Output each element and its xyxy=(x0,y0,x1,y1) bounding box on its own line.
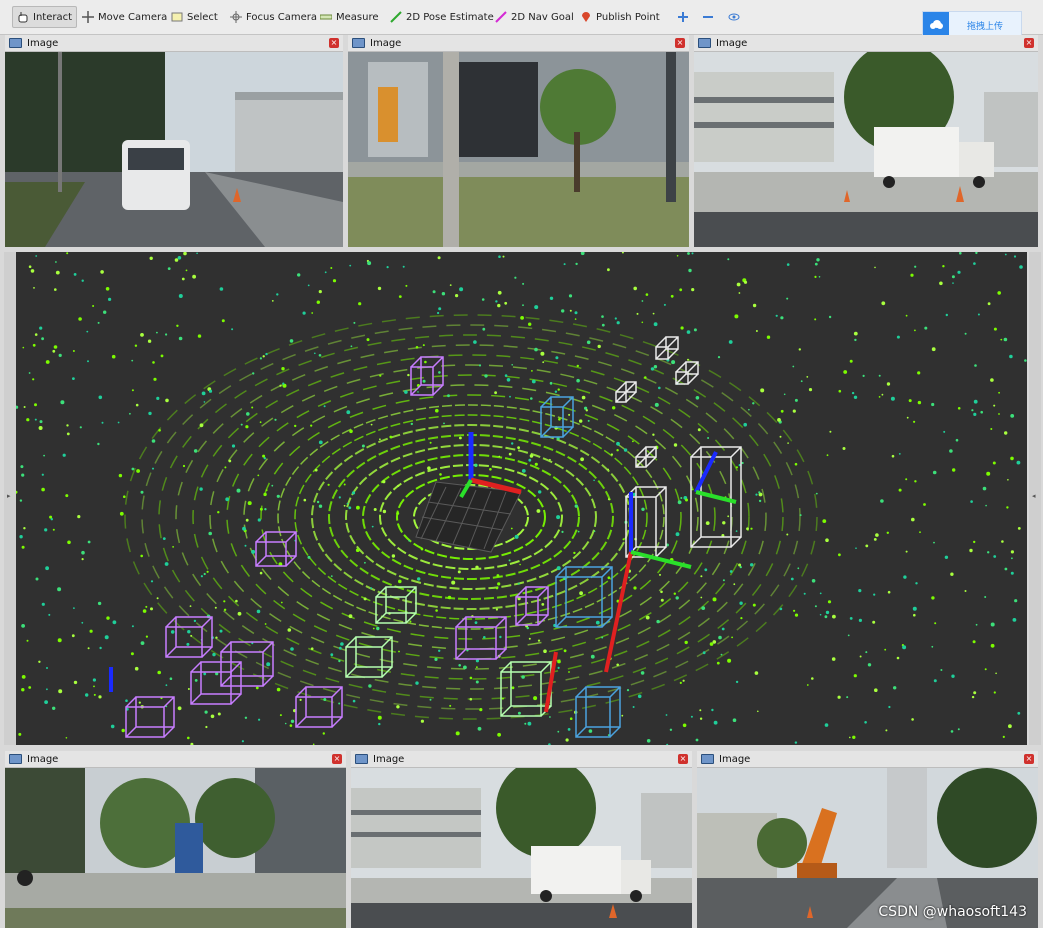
remove-tool-button[interactable] xyxy=(702,7,714,27)
collapse-arrow-icon: ◂ xyxy=(1032,492,1036,500)
right-dock-grip[interactable]: ◂ xyxy=(1029,252,1041,745)
camera-image xyxy=(694,52,1038,247)
bounding-box xyxy=(540,396,574,438)
monitor-icon xyxy=(9,754,22,764)
minus-icon xyxy=(702,11,714,23)
camera-panel-back-right: Image × xyxy=(697,751,1038,928)
bounding-box xyxy=(190,661,242,705)
bounding-box xyxy=(255,531,297,567)
interact-tool[interactable]: Interact xyxy=(12,6,78,28)
close-button[interactable]: × xyxy=(675,38,685,48)
left-dock-grip[interactable]: ▸ xyxy=(4,252,16,745)
bounding-box xyxy=(635,446,657,468)
panel-titlebar: Image × xyxy=(697,751,1038,768)
monitor-icon xyxy=(9,38,22,48)
camera-image xyxy=(351,768,692,928)
camera-panel-back-left: Image × xyxy=(5,751,346,928)
close-button[interactable]: × xyxy=(329,38,339,48)
bounding-box xyxy=(655,336,679,360)
camera-image xyxy=(5,768,346,928)
panel-titlebar: Image × xyxy=(348,35,689,52)
plus-icon xyxy=(677,11,689,23)
select-tool[interactable]: Select xyxy=(171,7,218,27)
nav-goal-tool[interactable]: 2D Nav Goal xyxy=(495,7,574,27)
monitor-icon xyxy=(352,38,365,48)
camera-image xyxy=(5,52,343,247)
focus-crosshair-icon xyxy=(230,11,242,23)
bounding-box xyxy=(500,661,552,717)
bounding-box xyxy=(515,586,549,626)
camera-panel-front-right: Image × xyxy=(694,35,1038,247)
rviz-toolbar: Interact Move Camera Select Focus Camera… xyxy=(0,0,1043,39)
bounding-box xyxy=(555,566,613,628)
select-box-icon xyxy=(171,11,183,23)
bounding-box xyxy=(125,696,175,738)
publish-point-tool[interactable]: Publish Point xyxy=(580,7,660,27)
focus-camera-tool[interactable]: Focus Camera xyxy=(230,7,317,27)
collapse-arrow-icon: ▸ xyxy=(7,492,11,500)
close-button[interactable]: × xyxy=(1024,754,1034,764)
map-pin-icon xyxy=(580,11,592,23)
camera-panel-front-left: Image × xyxy=(5,35,343,247)
pose-estimate-tool[interactable]: 2D Pose Estimate xyxy=(390,7,494,27)
panel-titlebar: Image × xyxy=(5,751,346,768)
green-arrow-icon xyxy=(390,11,402,23)
axis-arrow xyxy=(630,550,692,569)
lidar-points xyxy=(16,252,1027,745)
camera-panel-front: Image × xyxy=(348,35,689,247)
eye-icon xyxy=(728,11,740,23)
add-tool-button[interactable] xyxy=(677,7,689,27)
bounding-box xyxy=(615,381,637,403)
panel-titlebar: Image × xyxy=(694,35,1038,52)
camera-image xyxy=(348,52,689,247)
ruler-icon xyxy=(319,11,333,23)
camera-panel-back: Image × xyxy=(351,751,692,928)
view-options-button[interactable] xyxy=(728,7,740,27)
csdn-watermark: CSDN @whaosoft143 xyxy=(878,904,1027,920)
panel-titlebar: Image × xyxy=(5,35,343,52)
lidar-point-cloud xyxy=(16,252,1027,745)
close-button[interactable]: × xyxy=(332,754,342,764)
hand-icon xyxy=(17,11,29,23)
bounding-box xyxy=(165,616,213,658)
move-arrows-icon xyxy=(82,11,94,23)
move-camera-tool[interactable]: Move Camera xyxy=(82,7,167,27)
monitor-icon xyxy=(355,754,368,764)
panel-titlebar: Image × xyxy=(351,751,692,768)
close-button[interactable]: × xyxy=(1024,38,1034,48)
magenta-arrow-icon xyxy=(495,11,507,23)
measure-tool[interactable]: Measure xyxy=(319,7,379,27)
rviz-3d-view[interactable] xyxy=(16,252,1027,745)
monitor-icon xyxy=(698,38,711,48)
bounding-box xyxy=(455,616,507,660)
monitor-icon xyxy=(701,754,714,764)
close-button[interactable]: × xyxy=(678,754,688,764)
axis-arrow xyxy=(694,451,718,493)
